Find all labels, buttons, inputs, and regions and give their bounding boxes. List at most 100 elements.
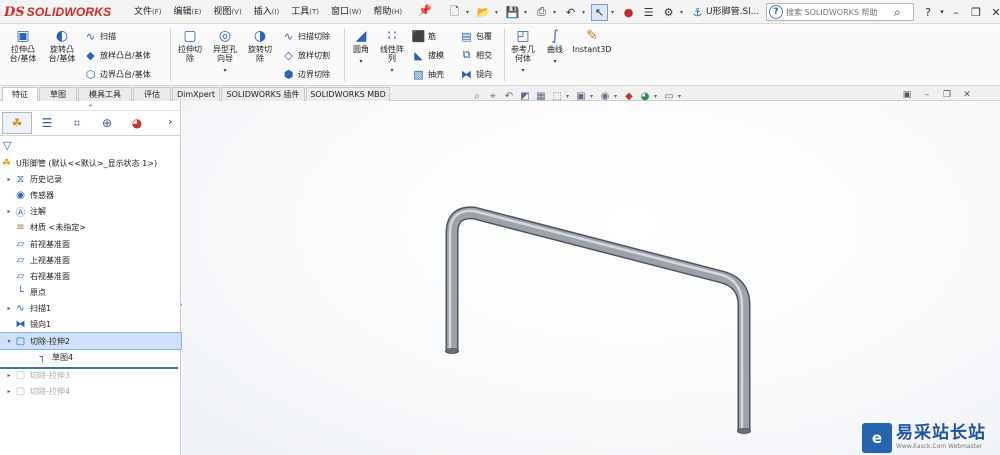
shell-button[interactable]: ▧ 抽壳 [412,65,444,83]
undo-icon[interactable]: ↶ [562,4,579,21]
tab-evaluate[interactable]: 评估 [133,87,171,101]
tree-item-annotations[interactable]: ▸ Ⓐ 注解 [0,204,181,220]
menu-tools[interactable]: 工具(T) [285,0,325,24]
sweep-button[interactable]: ∿ 扫描 [84,27,116,45]
options-gear-icon[interactable]: ⚙ [660,4,677,21]
menu-window[interactable]: 窗口(W) [325,0,367,24]
chevron-down-icon[interactable]: ▾ [495,9,501,16]
extrude-boss-button[interactable]: ▣ 拉伸凸 台/基体 [4,27,42,63]
new-document-icon[interactable]: 🗋 [446,4,463,21]
tube-body[interactable] [445,206,751,434]
restore-pane-icon[interactable]: ▣ [900,89,914,101]
save-icon[interactable]: 💾 [504,4,521,21]
rollback-bar[interactable] [0,367,178,369]
select-pointer-icon[interactable]: ↖ [591,3,608,21]
solidworks-logo[interactable]: DS SOLIDWORKS [4,4,111,20]
chevron-down-icon[interactable]: ▾ [466,9,472,16]
swept-cut-button[interactable]: ∿ 扫描切除 [282,27,330,45]
pin-menu-icon[interactable]: 📌 [418,4,432,20]
chevron-down-icon[interactable]: ▾ [590,93,596,100]
minimize-pane-icon[interactable]: – [920,89,934,101]
file-properties-icon[interactable]: ☰ [640,4,657,21]
menu-help[interactable]: 帮助(H) [367,0,408,24]
chevron-down-icon[interactable]: ▾ [611,9,617,16]
chevron-down-icon[interactable]: ▾ [566,93,572,100]
hole-wizard-button[interactable]: ◎ 异型孔 向导 ▾ [208,27,242,74]
tree-item-mirror1[interactable]: ⧓ 镜向1 [0,317,181,333]
close-icon[interactable]: ✕ [986,6,1000,19]
boundary-boss-button[interactable]: ⬡ 边界凸台/基体 [84,65,151,83]
expand-arrow-icon[interactable]: ▸ [4,208,14,215]
chevron-down-icon[interactable]: ▾ [678,93,684,100]
open-folder-icon[interactable]: 📂 [475,4,492,21]
restore-icon[interactable]: ❐ [966,6,986,19]
expand-arrow-icon[interactable]: ▸ [4,305,14,312]
tab-sketch[interactable]: 草图 [39,87,77,101]
dimxpert-manager-tab-icon[interactable]: ⊕ [92,112,122,134]
menu-view[interactable]: 视图(V) [207,0,247,24]
close-icon[interactable]: ✕ [960,89,974,101]
tree-item-cut-extrude2[interactable]: ▾ ▢ 切除-拉伸2 [0,332,182,351]
chevron-down-icon[interactable]: ▾ [524,9,530,16]
help-search-input[interactable] [786,7,894,17]
feature-manager-tab-icon[interactable]: ☘ [2,112,32,134]
property-manager-tab-icon[interactable]: ☰ [32,112,62,134]
print-icon[interactable]: ⎙ [533,4,550,21]
tab-solidworks-mbd[interactable]: SOLIDWORKS MBD [306,87,390,101]
tree-item-right-plane[interactable]: ▱ 右视基准面 [0,268,181,284]
tree-item-top-plane[interactable]: ▱ 上视基准面 [0,252,181,268]
chevron-down-icon[interactable]: ▾ [614,93,620,100]
chevron-down-icon[interactable]: ▾ [582,9,588,16]
chevron-down-icon[interactable]: ▾ [390,67,393,74]
tree-item-cut-extrude4[interactable]: ▸ ▢ 切除-拉伸4 [0,384,181,400]
chevron-right-icon[interactable]: › [168,115,172,128]
chevron-down-icon[interactable]: ▾ [553,58,556,65]
tree-item-front-plane[interactable]: ▱ 前视基准面 [0,236,181,252]
chevron-down-icon[interactable]: ▾ [654,93,660,100]
restore-icon[interactable]: ❐ [940,89,954,101]
tab-solidworks-addins[interactable]: SOLIDWORKS 插件 [221,87,305,101]
graphics-viewport[interactable] [182,101,1000,455]
chevron-down-icon[interactable]: ▾ [553,9,559,16]
filter-icon[interactable]: ▽ [3,139,11,152]
tree-item-history[interactable]: ▸ ⧖ 历史记录 [0,171,181,187]
menu-insert[interactable]: 插入(I) [248,0,286,24]
mirror-button[interactable]: ⧓ 镜向 [460,65,492,83]
chevron-down-icon[interactable]: ▾ [521,67,524,74]
rebuild-traffic-light-icon[interactable]: ● [620,4,637,21]
extrude-cut-button[interactable]: ▢ 拉伸切 除 [173,27,207,63]
reference-geometry-button[interactable]: ◰ 参考几 何体 ▾ [507,27,539,74]
fillet-button[interactable]: ◢ 圆角 ▾ [347,27,375,65]
search-icon[interactable]: ⌕ [894,5,901,20]
help-menu-question-icon[interactable]: ? [918,6,938,19]
collapse-arrow-icon[interactable]: ▾ [4,338,14,345]
tree-item-material[interactable]: ≡ 材质 <未指定> [0,220,181,236]
help-search-box[interactable]: ? ⌕ [766,3,914,21]
configuration-manager-tab-icon[interactable]: ⌗ [62,112,92,134]
boundary-cut-button[interactable]: ⬢ 边界切除 [282,65,330,83]
expand-arrow-icon[interactable]: ▸ [4,372,14,379]
linear-pattern-button[interactable]: ∷ 线性阵 列 ▾ [376,27,408,74]
intersect-button[interactable]: ⧉ 相交 [460,46,492,64]
draft-button[interactable]: ◣ 拔模 [412,46,444,64]
curves-button[interactable]: ∫ 曲线 ▾ [541,27,569,65]
tree-item-sensors[interactable]: ◉ 传感器 [0,187,181,203]
display-manager-tab-icon[interactable]: ◕ [122,112,152,134]
wrap-button[interactable]: ▤ 包覆 [460,27,492,45]
tab-features[interactable]: 特征 [2,87,38,101]
tree-root-part[interactable]: ☘ U形脚管 (默认<<默认>_显示状态 1>) [0,155,181,171]
rib-button[interactable]: ⬛ 筋 [412,27,436,45]
tree-item-sketch4[interactable]: ┐ 草图4 [0,349,181,365]
tree-item-cut-extrude3[interactable]: ▸ ▢ 切除-拉伸3 [0,367,181,383]
chevron-down-icon[interactable]: ▾ [359,58,362,65]
expand-arrow-icon[interactable]: ▸ [4,388,14,395]
tree-item-origin[interactable]: └ 原点 [0,285,181,301]
loft-boss-button[interactable]: ◆ 放样凸台/基体 [84,46,150,64]
menu-edit[interactable]: 编辑(E) [168,0,208,24]
lofted-cut-button[interactable]: ◇ 放样切割 [282,46,330,64]
revolve-cut-button[interactable]: ◑ 旋转切 除 [243,27,277,63]
tab-mold-tools[interactable]: 模具工具 [78,87,132,101]
expand-arrow-icon[interactable]: ▸ [4,176,14,183]
panel-splitter-grip[interactable]: • [0,101,181,111]
tree-item-sweep1[interactable]: ▸ ∿ 扫描1 [0,301,181,317]
